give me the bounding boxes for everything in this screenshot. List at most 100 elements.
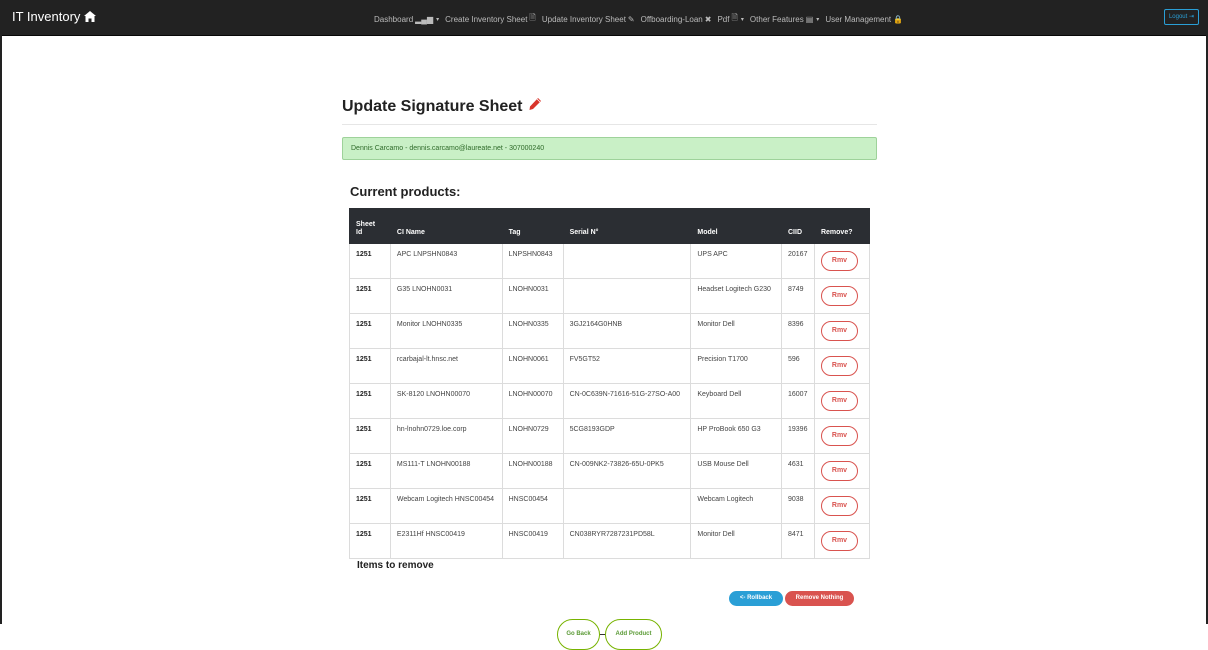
rmv-button[interactable]: Rmv bbox=[820, 426, 858, 446]
cell-ciid: 19396 bbox=[781, 418, 815, 454]
cell-sheet-id: 1251 bbox=[349, 488, 391, 524]
table-row: 1251 Monitor LNOHN0335 LNOHN0335 3GJ2164… bbox=[349, 313, 871, 349]
items-to-remove-heading: Items to remove bbox=[357, 560, 434, 571]
cell-tag: LNOHN0061 bbox=[501, 348, 564, 384]
col-ci-name: CI Name bbox=[389, 208, 503, 244]
title-divider bbox=[342, 124, 877, 125]
table-header-row: Sheet Id CI Name Tag Serial N° Model CIID… bbox=[349, 208, 871, 244]
col-serial: Serial N° bbox=[562, 208, 692, 244]
cell-serial bbox=[562, 243, 692, 279]
cell-serial bbox=[562, 488, 692, 524]
cell-remove: Rmv bbox=[813, 243, 871, 279]
cell-sheet-id: 1251 bbox=[349, 418, 391, 454]
cell-model: Keyboard Dell bbox=[690, 383, 782, 419]
cell-ci-name: rcarbajal-lt.hnsc.net bbox=[389, 348, 503, 384]
nav-user-management[interactable]: User Management 🔒 bbox=[825, 12, 903, 26]
cell-model: Precision T1700 bbox=[690, 348, 782, 384]
rmv-button[interactable]: Rmv bbox=[820, 286, 858, 306]
rmv-button[interactable]: Rmv bbox=[820, 251, 858, 271]
brand[interactable]: IT Inventory bbox=[12, 9, 97, 24]
file-icon: 🗎 bbox=[529, 13, 536, 22]
cell-model: Monitor Dell bbox=[690, 313, 782, 349]
cell-remove: Rmv bbox=[813, 278, 871, 314]
nav-pdf[interactable]: Pdf 🗎 ▾ bbox=[717, 12, 743, 26]
nav-other-label: Other Features bbox=[749, 14, 804, 24]
cell-sheet-id: 1251 bbox=[349, 348, 391, 384]
cell-ci-name: APC LNPSHN0843 bbox=[389, 243, 503, 279]
nav-dashboard[interactable]: Dashboard ▂▄▆ ▾ bbox=[374, 12, 439, 26]
rmv-button[interactable]: Rmv bbox=[820, 461, 858, 481]
table-row: 1251 G35 LNOHN0031 LNOHN0031 Headset Log… bbox=[349, 278, 871, 314]
nav-update-label: Update Inventory Sheet bbox=[541, 14, 626, 24]
table-row: 1251 E2311Hf HNSC00419 HNSC00419 CN038RY… bbox=[349, 523, 871, 559]
caret-down-icon: ▾ bbox=[816, 16, 820, 23]
rmv-button[interactable]: Rmv bbox=[820, 391, 858, 411]
cell-remove: Rmv bbox=[813, 418, 871, 454]
pdf-file-icon: 🗎 bbox=[731, 13, 738, 22]
cell-ci-name: G35 LNOHN0031 bbox=[389, 278, 503, 314]
cell-ciid: 8749 bbox=[781, 278, 815, 314]
cell-serial: CN-0C639N-71616-51G-27SO-A00 bbox=[562, 383, 692, 419]
cell-sheet-id: 1251 bbox=[349, 453, 391, 489]
table-row: 1251 SK-8120 LNOHN00070 LNOHN00070 CN-0C… bbox=[349, 383, 871, 419]
cell-tag: LNOHN0031 bbox=[501, 278, 564, 314]
lock-icon: 🔒 bbox=[893, 14, 904, 24]
cell-serial: CN038RYR7287231PD58L bbox=[562, 523, 692, 559]
rmv-button[interactable]: Rmv bbox=[820, 321, 858, 341]
cell-ci-name: Webcam Logitech HNSC00454 bbox=[389, 488, 503, 524]
rmv-button[interactable]: Rmv bbox=[820, 356, 858, 376]
cell-serial: 5CG8193GDP bbox=[562, 418, 692, 454]
rmv-button[interactable]: Rmv bbox=[820, 531, 858, 551]
cell-ciid: 8471 bbox=[781, 523, 815, 559]
cell-model: UPS APC bbox=[690, 243, 782, 279]
cell-ci-name: Monitor LNOHN0335 bbox=[389, 313, 503, 349]
cell-serial: 3GJ2164G0HNB bbox=[562, 313, 692, 349]
col-tag: Tag bbox=[501, 208, 564, 244]
cell-ciid: 4631 bbox=[781, 453, 815, 489]
cell-ciid: 16007 bbox=[781, 383, 815, 419]
top-navbar: IT Inventory Dashboard ▂▄▆ ▾ Create Inve… bbox=[2, 0, 1206, 36]
nav-create-label: Create Inventory Sheet bbox=[445, 14, 528, 24]
rmv-button[interactable]: Rmv bbox=[820, 496, 858, 516]
table-row: 1251 hn-lnohn0729.loe.corp LNOHN0729 5CG… bbox=[349, 418, 871, 454]
cell-ci-name: MS111-T LNOHN00188 bbox=[389, 453, 503, 489]
cell-ci-name: hn-lnohn0729.loe.corp bbox=[389, 418, 503, 454]
cell-ciid: 20167 bbox=[781, 243, 815, 279]
cell-remove: Rmv bbox=[813, 523, 871, 559]
cell-tag: LNOHN0729 bbox=[501, 418, 564, 454]
col-model: Model bbox=[690, 208, 782, 244]
nav-create-inventory-sheet[interactable]: Create Inventory Sheet 🗎 bbox=[445, 12, 536, 26]
tools-icon: ✖ bbox=[704, 14, 712, 24]
cell-ciid: 9038 bbox=[781, 488, 815, 524]
cell-remove: Rmv bbox=[813, 313, 871, 349]
cell-tag: HNSC00454 bbox=[501, 488, 564, 524]
rollback-button[interactable]: <- Rollback bbox=[729, 591, 783, 606]
cell-sheet-id: 1251 bbox=[349, 243, 391, 279]
col-remove: Remove? bbox=[813, 208, 871, 244]
cell-ciid: 8396 bbox=[781, 313, 815, 349]
logout-button[interactable]: Logout ⇥ bbox=[1163, 9, 1199, 25]
cell-model: Webcam Logitech bbox=[690, 488, 782, 524]
bar-chart-icon: ▂▄▆ bbox=[415, 14, 434, 24]
cell-tag: LNPSHN0843 bbox=[501, 243, 564, 279]
page-title-text: Update Signature Sheet bbox=[342, 97, 523, 115]
cell-serial: FV5GT52 bbox=[562, 348, 692, 384]
remove-nothing-button[interactable]: Remove Nothing bbox=[785, 591, 854, 606]
cell-model: HP ProBook 650 G3 bbox=[690, 418, 782, 454]
home-icon bbox=[84, 11, 97, 22]
nav-other-features[interactable]: Other Features ▤ ▾ bbox=[750, 12, 819, 26]
pencil-icon bbox=[528, 97, 542, 116]
nav-user-label: User Management bbox=[825, 14, 892, 24]
current-products-heading: Current products: bbox=[350, 184, 461, 199]
cell-remove: Rmv bbox=[813, 453, 871, 489]
nav-dashboard-label: Dashboard bbox=[374, 14, 414, 24]
table-row: 1251 APC LNPSHN0843 LNPSHN0843 UPS APC 2… bbox=[349, 243, 871, 279]
cell-serial: CN-009NK2-73826-65U-0PK5 bbox=[562, 453, 692, 489]
brand-title: IT Inventory bbox=[12, 9, 81, 24]
caret-down-icon: ▾ bbox=[740, 16, 744, 23]
cell-sheet-id: 1251 bbox=[349, 383, 391, 419]
nav-update-inventory-sheet[interactable]: Update Inventory Sheet ✎ bbox=[542, 12, 635, 26]
nav-offboarding-loan[interactable]: Offboarding-Loan ✖ bbox=[641, 12, 712, 26]
caret-down-icon: ▾ bbox=[436, 16, 440, 23]
nav-offboarding-label: Offboarding-Loan bbox=[640, 14, 703, 24]
